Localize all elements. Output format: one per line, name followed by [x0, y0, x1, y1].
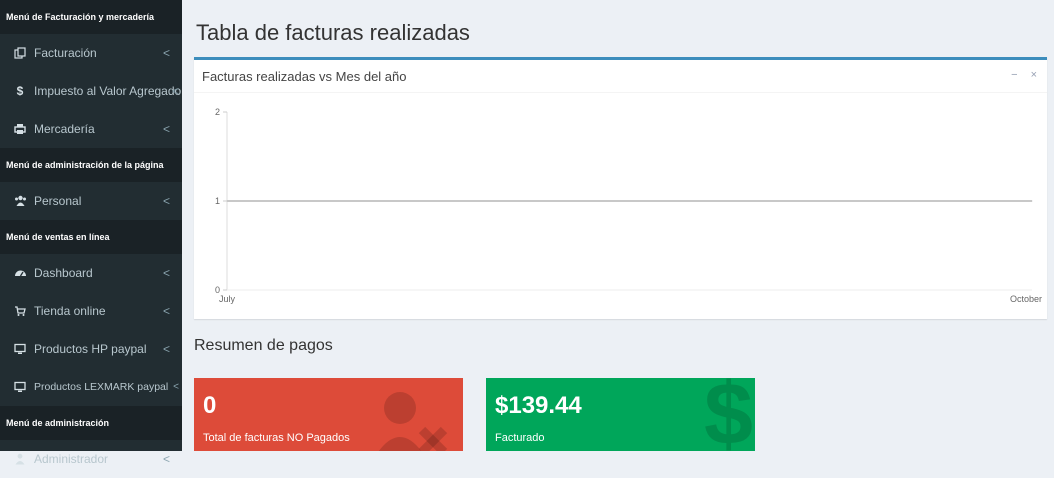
- user-times-icon: [378, 392, 448, 451]
- sidebar-item-label: Tienda online: [34, 304, 106, 318]
- y-tick-label: 2: [215, 107, 220, 117]
- desktop-icon: [12, 343, 28, 355]
- box-tools: − ×: [1001, 69, 1037, 81]
- print-icon: [12, 123, 28, 135]
- copy-icon: [12, 47, 28, 59]
- chevron-left-icon: <: [162, 342, 170, 356]
- sidebar-item-administrador[interactable]: Administrador <: [0, 440, 182, 478]
- page-title: Tabla de facturas realizadas: [196, 20, 470, 45]
- sidebar-item-dashboard[interactable]: Dashboard <: [0, 254, 182, 292]
- billed-value: $139.44: [495, 392, 582, 419]
- chart-box-header: Facturas realizadas vs Mes del año − ×: [194, 60, 1047, 93]
- sidebar-header-facturacion: Menú de Facturación y mercadería: [0, 0, 182, 34]
- dashboard-icon: [12, 267, 28, 279]
- data-point: [226, 200, 228, 202]
- chevron-left-icon: <: [171, 84, 179, 98]
- chevron-left-icon: <: [162, 452, 170, 466]
- sidebar-item-facturacion[interactable]: Facturación <: [0, 34, 182, 72]
- sidebar-item-tienda-online[interactable]: Tienda online <: [0, 292, 182, 330]
- sidebar-item-personal[interactable]: Personal <: [0, 182, 182, 220]
- chevron-left-icon: <: [173, 381, 179, 393]
- unpaid-invoices-value: 0: [203, 392, 217, 419]
- chart-box: Facturas realizadas vs Mes del año − × 0…: [194, 57, 1047, 319]
- chevron-left-icon: <: [162, 304, 170, 318]
- sidebar-item-label: Facturación: [34, 46, 97, 60]
- dollar-icon: $: [704, 378, 753, 451]
- chevron-left-icon: <: [162, 46, 170, 60]
- sidebar-header-administracion-pagina: Menú de administración de la página: [0, 148, 182, 182]
- unpaid-invoices-label: Total de facturas NO Pagados: [203, 432, 350, 444]
- sidebar-item-label: Administrador: [34, 452, 109, 466]
- chevron-left-icon: <: [162, 194, 170, 208]
- dollar-icon: $: [16, 84, 24, 98]
- sidebar-header-ventas: Menú de ventas en línea: [0, 220, 182, 254]
- sidebar-item-label: Personal: [34, 194, 82, 208]
- minimize-icon[interactable]: −: [1011, 69, 1017, 81]
- desktop-icon: [12, 381, 28, 393]
- line-chart: 012July October: [215, 107, 1042, 304]
- sidebar-item-label: Dashboard: [34, 266, 93, 280]
- sidebar-header-administracion: Menú de administración: [0, 406, 182, 440]
- sidebar-item-label: Productos LEXMARK paypal: [34, 381, 169, 393]
- x-tick-label: October: [1010, 294, 1042, 304]
- billed-label: Facturado: [495, 432, 545, 444]
- sidebar-item-label: Productos HP paypal: [34, 342, 147, 356]
- sidebar-item-iva[interactable]: $ Impuesto al Valor Agregado <: [0, 72, 182, 110]
- y-tick-label: 1: [215, 196, 220, 206]
- x-tick-label: July: [219, 294, 236, 304]
- user-icon: [12, 453, 28, 465]
- sidebar-item-label: Mercadería: [34, 122, 95, 136]
- sidebar-item-mercaderia[interactable]: Mercadería <: [0, 110, 182, 148]
- chevron-left-icon: <: [162, 122, 170, 136]
- sidebar-item-productos-lexmark[interactable]: Productos LEXMARK paypal <: [0, 368, 182, 406]
- sidebar: Menú de Facturación y mercadería Factura…: [0, 0, 182, 466]
- summary-title: Resumen de pagos: [194, 337, 333, 354]
- close-icon[interactable]: ×: [1031, 69, 1037, 81]
- chart-box-title: Facturas realizadas vs Mes del año: [202, 68, 407, 84]
- sidebar-item-label: Impuesto al Valor Agregado: [34, 84, 182, 98]
- data-point: [1031, 200, 1033, 202]
- cart-icon: [12, 305, 28, 317]
- sidebar-item-productos-hp[interactable]: Productos HP paypal <: [0, 330, 182, 368]
- users-icon: [12, 195, 28, 207]
- main-content: Tabla de facturas realizadas Facturas re…: [182, 0, 1054, 451]
- chevron-left-icon: <: [162, 266, 170, 280]
- unpaid-invoices-card: 0 Total de facturas NO Pagados: [194, 378, 463, 451]
- billed-card: $139.44 Facturado $: [486, 378, 755, 451]
